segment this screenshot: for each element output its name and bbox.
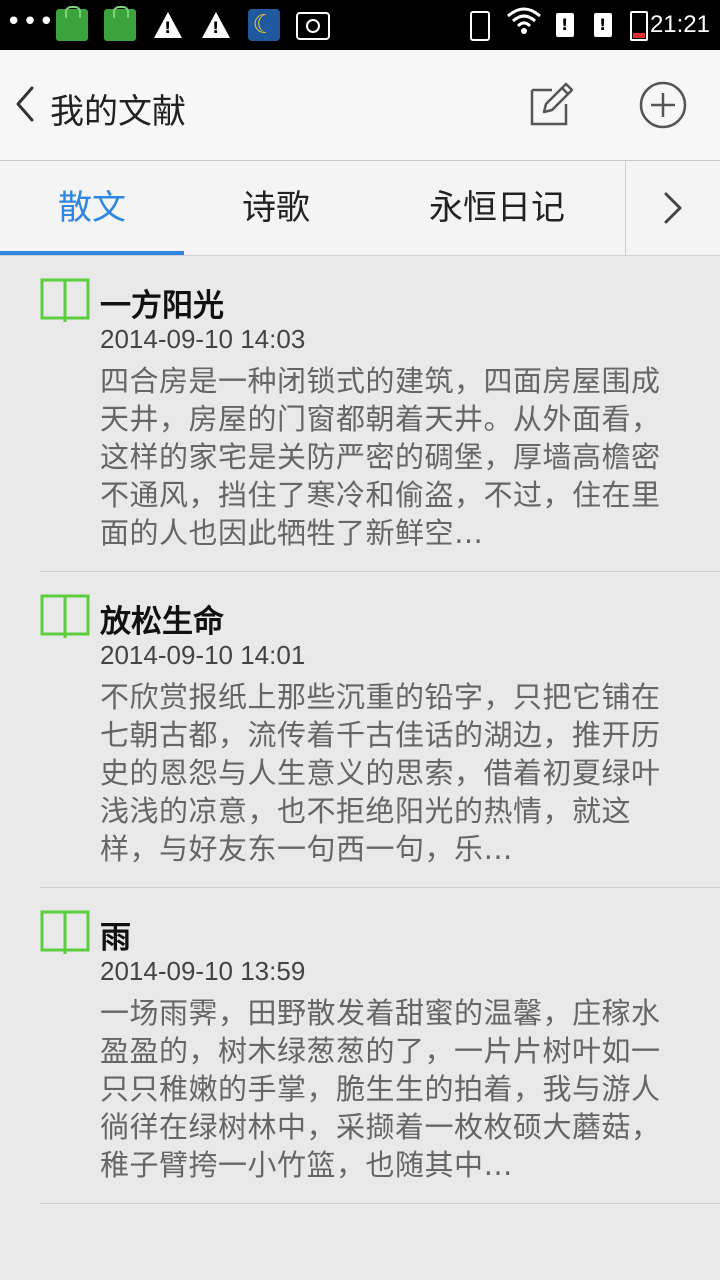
article-title: 放松生命 <box>100 604 224 640</box>
article-date: 2014-09-10 13:59 <box>100 956 306 986</box>
article-excerpt: 四合房是一种闭锁式的建筑，四面房屋围成天井，房屋的门窗都朝着天井。从外面看，这样… <box>100 364 661 550</box>
tab-poetry[interactable]: 诗歌 <box>184 161 368 255</box>
warning-icon <box>202 12 230 38</box>
sim-alert-icon <box>594 13 612 37</box>
article-title: 一方阳光 <box>100 288 224 324</box>
app-header: 我的文献 <box>0 50 720 161</box>
moon-icon: ☾ <box>248 9 280 41</box>
list-item[interactable]: 一方阳光 2014-09-10 14:03 四合房是一种闭锁式的建筑，四面房屋围… <box>40 256 720 572</box>
warning-icon <box>154 12 182 38</box>
battery-low-icon <box>630 11 648 41</box>
edit-icon <box>530 82 574 126</box>
more-tabs-button[interactable] <box>625 161 720 255</box>
article-date: 2014-09-10 14:03 <box>100 324 306 354</box>
article-excerpt: 不欣赏报纸上那些沉重的铅字，只把它铺在七朝古都，流传着千古佳话的湖边，推开历史的… <box>100 680 661 866</box>
add-button[interactable] <box>638 80 688 130</box>
sim-alert-icon <box>556 13 574 37</box>
category-tabs: 散文 诗歌 永恒日记 <box>0 161 720 256</box>
book-icon <box>40 278 90 322</box>
overflow-dots-icon: ••• <box>6 7 56 37</box>
active-tab-indicator <box>0 251 184 255</box>
article-date: 2014-09-10 14:01 <box>100 640 306 670</box>
edit-button[interactable] <box>528 80 576 128</box>
plus-circle-icon <box>639 81 687 129</box>
back-button[interactable] <box>10 84 40 124</box>
book-icon <box>40 594 90 638</box>
screenshot-icon <box>296 12 330 40</box>
status-time: 21:21 <box>649 11 710 38</box>
article-title: 雨 <box>100 920 131 956</box>
wifi-icon <box>506 6 542 43</box>
chevron-right-icon <box>664 192 682 224</box>
status-bar: ••• ☾ 21:21 <box>0 0 720 50</box>
list-item[interactable]: 雨 2014-09-10 13:59 一场雨霁，田野散发着甜蜜的温馨，庄稼水盈盈… <box>40 888 720 1204</box>
shopping-bag-icon <box>56 6 88 41</box>
tab-prose[interactable]: 散文 <box>0 161 184 255</box>
page-title: 我的文献 <box>50 92 186 132</box>
shopping-bag-icon <box>104 6 136 41</box>
phone-vibrate-icon <box>470 11 490 41</box>
list-item[interactable]: 放松生命 2014-09-10 14:01 不欣赏报纸上那些沉重的铅字，只把它铺… <box>40 572 720 888</box>
tab-eternal-diary[interactable]: 永恒日记 <box>384 161 610 255</box>
article-list: 一方阳光 2014-09-10 14:03 四合房是一种闭锁式的建筑，四面房屋围… <box>0 256 720 1204</box>
chevron-left-icon <box>16 86 34 122</box>
article-excerpt: 一场雨霁，田野散发着甜蜜的温馨，庄稼水盈盈的，树木绿葱葱的了，一片片树叶如一只只… <box>100 996 661 1182</box>
book-icon <box>40 910 90 954</box>
